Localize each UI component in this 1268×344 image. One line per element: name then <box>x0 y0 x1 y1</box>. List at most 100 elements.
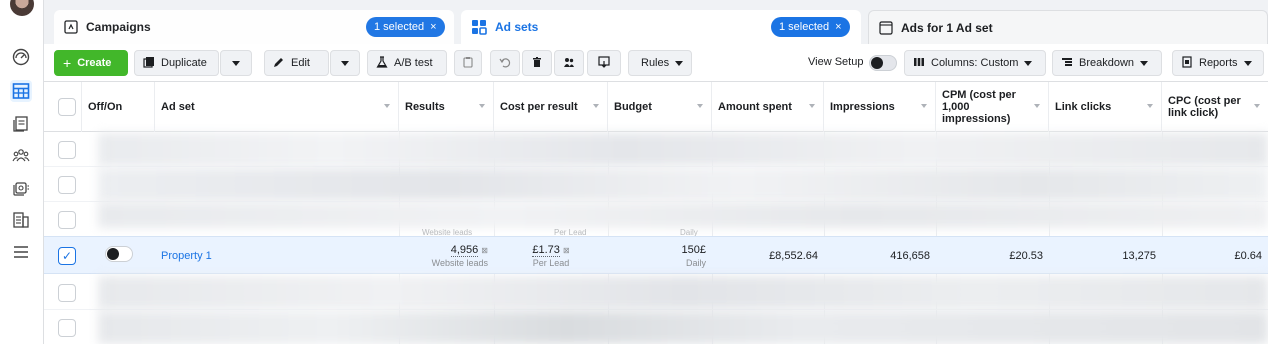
column-header-label: CPM (cost per 1,000 impressions) <box>942 89 1016 125</box>
redacted-row-content <box>98 133 1268 166</box>
sort-icon[interactable] <box>1147 104 1153 108</box>
edit-label: Edit <box>291 57 310 69</box>
menu-icon[interactable] <box>10 241 32 263</box>
reports-button[interactable]: Reports <box>1172 50 1264 76</box>
column-header-impressions[interactable]: Impressions <box>824 82 936 132</box>
row-checkbox[interactable] <box>58 319 76 337</box>
people-icon <box>563 56 575 71</box>
tab-ads-label: Ads for 1 Ad set <box>901 20 993 35</box>
ads-manager-window: Campaigns 1 selected × Ad sets 1 selecte… <box>0 0 1268 344</box>
view-setup-toggle[interactable] <box>869 55 897 71</box>
row-on-off-toggle[interactable] <box>105 246 133 262</box>
edit-button[interactable]: Edit <box>264 50 329 76</box>
sort-icon[interactable] <box>697 104 703 108</box>
sort-icon[interactable] <box>1254 104 1260 108</box>
budget-value[interactable]: 150£ <box>682 244 706 256</box>
column-header-cpm[interactable]: CPM (cost per 1,000 impressions) <box>936 82 1049 132</box>
amount-spent-value: £8,552.64 <box>769 249 818 262</box>
sort-icon[interactable] <box>384 104 390 108</box>
table-row[interactable] <box>44 167 1268 202</box>
sort-icon[interactable] <box>593 104 599 108</box>
info-icon[interactable]: ⊠ <box>563 246 570 255</box>
sort-icon[interactable] <box>921 104 927 108</box>
table-row[interactable]: Website leads Per Lead Daily <box>44 202 1268 240</box>
media-library-icon[interactable] <box>10 177 32 199</box>
undo-button[interactable] <box>490 50 520 76</box>
undo-icon <box>499 56 511 71</box>
preview-icon <box>598 55 610 71</box>
column-header-cost-per-result[interactable]: Cost per result <box>494 82 608 132</box>
clear-selection-icon[interactable]: × <box>430 21 436 33</box>
breakdown-icon <box>1061 56 1073 71</box>
campaigns-selected-pill[interactable]: 1 selected × <box>366 17 445 37</box>
row-checkbox[interactable] <box>58 211 76 229</box>
column-header-amount-spent[interactable]: Amount spent <box>712 82 824 132</box>
preview-button[interactable] <box>587 50 621 76</box>
create-button[interactable]: + Create <box>54 50 128 76</box>
ad-icon <box>879 20 893 35</box>
table-row[interactable] <box>44 310 1268 344</box>
column-header-cpc[interactable]: CPC (cost per link click) <box>1162 82 1268 132</box>
column-header-results[interactable]: Results <box>399 82 494 132</box>
edit-dropdown[interactable] <box>330 50 360 76</box>
column-header-ad-set[interactable]: Ad set <box>155 82 399 132</box>
duplicate-icon <box>143 56 155 71</box>
breakdown-label: Breakdown <box>1079 57 1135 69</box>
campaigns-selected-count: 1 selected <box>374 21 425 33</box>
tab-campaigns[interactable]: Campaigns 1 selected × <box>54 10 454 44</box>
table-row[interactable] <box>44 132 1268 167</box>
delete-button[interactable] <box>522 50 552 76</box>
ad-sets-selected-pill[interactable]: 1 selected × <box>771 17 850 37</box>
breakdown-button[interactable]: Breakdown <box>1052 50 1162 76</box>
column-header-off-on[interactable]: Off/On <box>82 82 155 132</box>
billing-icon[interactable] <box>10 209 32 231</box>
table-icon[interactable] <box>10 80 32 102</box>
tab-ads[interactable]: Ads for 1 Ad set <box>868 10 1268 44</box>
campaign-icon <box>64 20 78 34</box>
results-cell: 4,956 ⊠ Website leads <box>399 237 494 274</box>
columns-label: Columns: Custom <box>931 57 1019 69</box>
sort-icon[interactable] <box>479 104 485 108</box>
column-header-budget[interactable]: Budget <box>608 82 712 132</box>
reports-label: Reports <box>1199 57 1238 69</box>
redacted-row-content <box>98 202 1268 228</box>
column-header-link-clicks[interactable]: Link clicks <box>1049 82 1162 132</box>
column-header-label: Results <box>405 101 445 113</box>
reports-icon <box>1181 55 1193 71</box>
ad-set-name-link[interactable]: Property 1 <box>161 250 393 262</box>
table-row-selected[interactable]: ✓ Property 1 4,956 ⊠ Website leads £1.73… <box>44 236 1268 274</box>
gauge-icon[interactable] <box>10 46 32 68</box>
level-tabs: Campaigns 1 selected × Ad sets 1 selecte… <box>44 0 1268 44</box>
trash-icon <box>531 56 543 71</box>
info-icon[interactable]: ⊠ <box>481 246 488 255</box>
select-all-checkbox[interactable] <box>58 98 76 116</box>
chevron-down-icon <box>1243 60 1252 66</box>
toggle-knob <box>107 248 119 260</box>
ad-set-name-cell: Property 1 <box>155 237 399 274</box>
results-sub-label: Website leads <box>431 257 488 268</box>
rules-button[interactable]: Rules <box>628 50 692 76</box>
avatar[interactable] <box>10 0 34 16</box>
audience-icon[interactable] <box>10 145 32 167</box>
row-checkbox[interactable] <box>58 284 76 302</box>
tab-ad-sets[interactable]: Ad sets 1 selected × <box>461 10 861 44</box>
duplicate-button[interactable]: Duplicate <box>134 50 219 76</box>
clipboard-button[interactable] <box>454 50 482 76</box>
clipboard-icon <box>462 56 474 71</box>
row-checkbox-checked[interactable]: ✓ <box>58 247 76 265</box>
clear-selection-icon[interactable]: × <box>835 21 841 33</box>
sort-icon[interactable] <box>1034 104 1040 108</box>
table-row[interactable] <box>44 275 1268 310</box>
sort-icon[interactable] <box>809 104 815 108</box>
chevron-down-icon <box>1024 60 1033 66</box>
pencil-icon <box>273 56 285 71</box>
cost-per-result-cell: £1.73 ⊠ Per Lead <box>494 237 608 274</box>
pages-icon[interactable] <box>10 113 32 135</box>
row-checkbox[interactable] <box>58 176 76 194</box>
ab-test-button[interactable]: A/B test <box>367 50 447 76</box>
row-checkbox[interactable] <box>58 141 76 159</box>
ad-sets-selected-count: 1 selected <box>779 21 830 33</box>
columns-button[interactable]: Columns: Custom <box>904 50 1046 76</box>
audience-button[interactable] <box>554 50 584 76</box>
duplicate-dropdown[interactable] <box>220 50 252 76</box>
